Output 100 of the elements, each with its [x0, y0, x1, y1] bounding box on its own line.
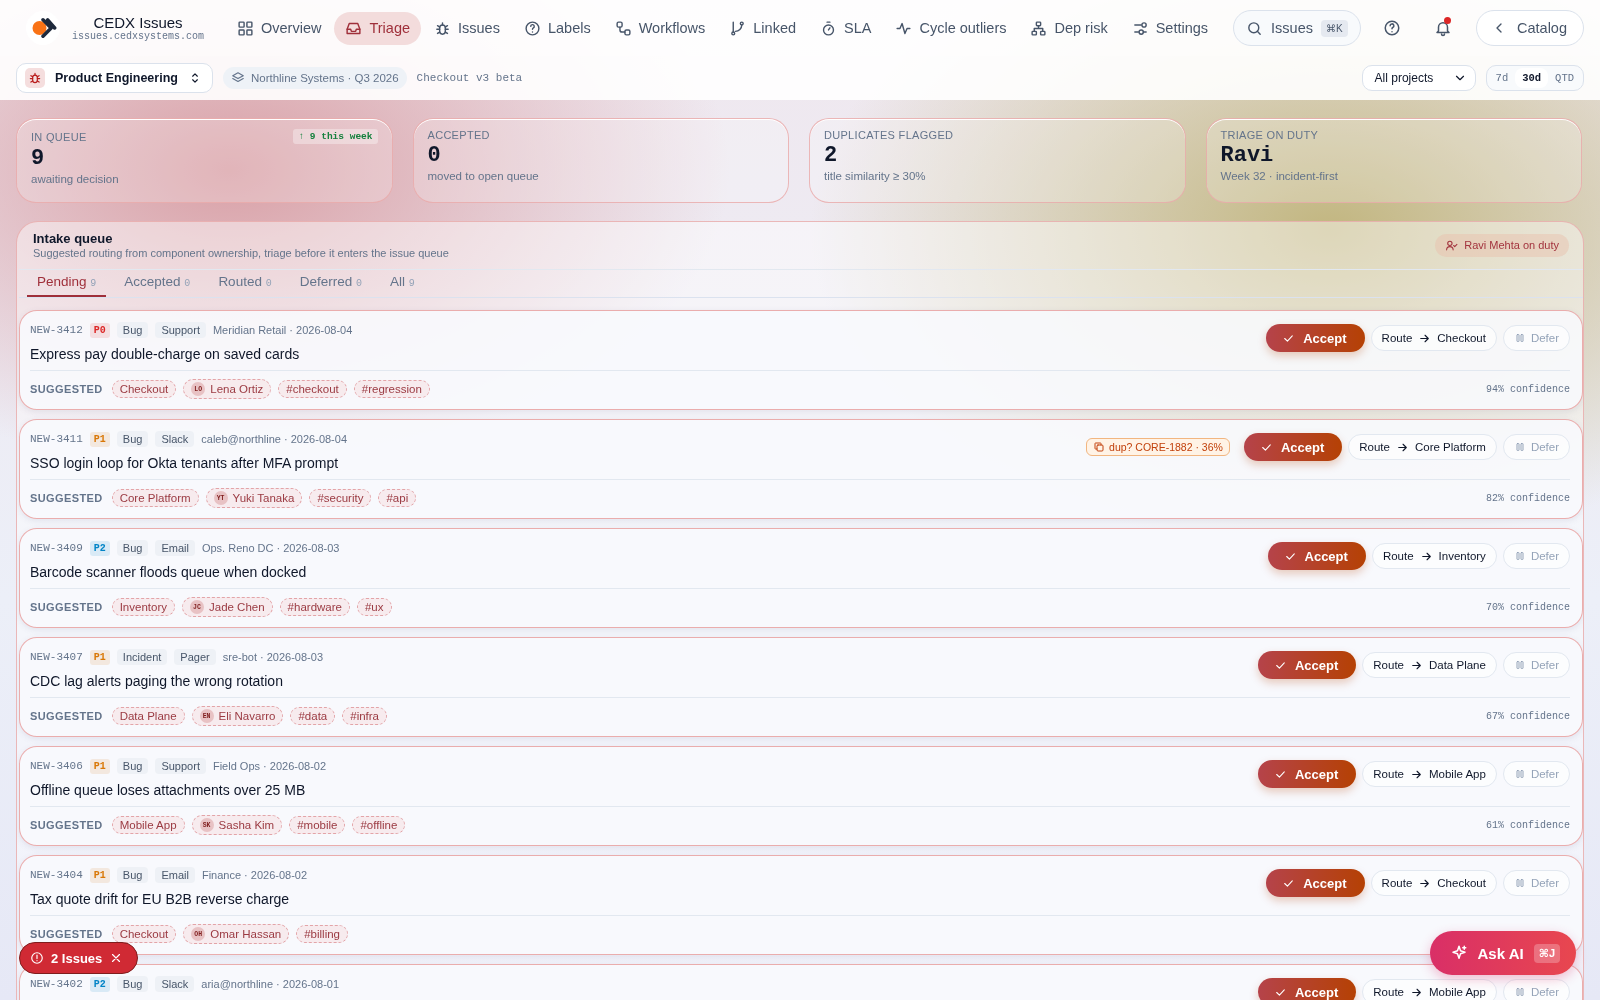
filter-tab[interactable]: Routed 0	[208, 270, 282, 297]
range-option[interactable]: QTD	[1548, 68, 1581, 88]
tag-chip[interactable]: #offline	[352, 816, 406, 834]
workspace-selector[interactable]: Product Engineering	[16, 63, 213, 93]
tag-chip[interactable]: #hardware	[279, 598, 350, 616]
tag-chip[interactable]: #data	[290, 707, 336, 725]
tag-chip[interactable]: #billing	[296, 925, 348, 943]
suggested-label: SUGGESTED	[30, 601, 103, 613]
priority-tag: P0	[89, 322, 110, 338]
pause-icon	[1513, 441, 1526, 453]
accept-button[interactable]: Accept	[1266, 869, 1365, 897]
settings-icon	[1131, 19, 1149, 37]
tag-chip[interactable]: #regression	[353, 380, 430, 398]
source-tag: Email	[155, 867, 195, 883]
accept-button[interactable]: Accept	[1266, 324, 1365, 352]
search-button[interactable]: Issues ⌘K	[1233, 10, 1361, 46]
source-tag: Slack	[155, 976, 195, 992]
stat-value: Ravi	[1220, 143, 1275, 168]
route-button[interactable]: Route Mobile App	[1362, 761, 1497, 787]
reporter-date: Field Ops · 2026-08-02	[212, 760, 327, 772]
confidence-score: 67% confidence	[1486, 710, 1570, 722]
app-domain: issues.cedxsystems.com	[72, 31, 205, 42]
route-button[interactable]: Route Inventory	[1371, 543, 1497, 569]
issue-id: NEW-3411	[30, 433, 83, 445]
team-chip[interactable]: Data Plane	[111, 707, 185, 725]
issue-title: Express pay double-charge on saved cards	[30, 346, 301, 362]
team-chip[interactable]: Checkout	[111, 380, 177, 398]
route-button[interactable]: Route Checkout	[1370, 870, 1497, 896]
ask-ai-button[interactable]: Ask AI ⌘J	[1429, 931, 1576, 975]
nav-tab[interactable]: Workflows	[603, 11, 717, 45]
search-icon	[1246, 19, 1264, 37]
tag-chip[interactable]: #ux	[356, 598, 392, 616]
nav-tab[interactable]: Linked	[718, 11, 808, 45]
sparkle-icon	[1449, 944, 1468, 962]
stat-note: Week 32 · incident-first	[1220, 170, 1339, 182]
accept-button[interactable]: Accept	[1243, 433, 1343, 461]
suggested-label: SUGGESTED	[30, 383, 103, 395]
priority-tag: P2	[89, 976, 110, 992]
workflow-icon	[614, 19, 632, 37]
pause-icon	[1513, 332, 1526, 344]
nav-tab[interactable]: Cycle outliers	[884, 11, 1018, 45]
reporter-date: Finance · 2026-08-02	[201, 869, 308, 881]
stat-label: DUPLICATES FLAGGED	[824, 129, 954, 141]
stat-note: awaiting decision	[31, 173, 120, 185]
range-option[interactable]: 7d	[1488, 68, 1516, 88]
accept-button[interactable]: Accept	[1257, 651, 1357, 679]
branch-icon	[729, 19, 747, 37]
range-option[interactable]: 30d	[1515, 68, 1549, 88]
nav-tab[interactable]: Labels	[512, 11, 602, 45]
nav-tab[interactable]: Settings	[1120, 11, 1220, 45]
nav-tab[interactable]: Dep risk	[1019, 11, 1119, 45]
nav-tab[interactable]: Overview	[226, 11, 333, 45]
confidence-score: 70% confidence	[1486, 601, 1570, 613]
bell-icon	[1433, 19, 1452, 37]
issues-toast[interactable]: 2 Issues	[19, 942, 139, 974]
source-tag: Support	[155, 322, 206, 338]
copy-icon	[1093, 441, 1106, 453]
filter-tab[interactable]: Deferred 0	[289, 270, 372, 297]
project-dropdown[interactable]: All projects	[1361, 65, 1476, 91]
confidence-score: 82% confidence	[1486, 492, 1570, 504]
type-tag: Bug	[116, 322, 149, 338]
nav-tab[interactable]: Issues	[423, 11, 511, 45]
accept-button[interactable]: Accept	[1267, 542, 1366, 570]
issue-id: NEW-3409	[30, 542, 83, 554]
issue-title: SSO login loop for Okta tenants after MFA prompt	[30, 455, 340, 471]
reporter-date: aria@northline · 2026-08-01	[201, 978, 340, 990]
team-chip[interactable]: Inventory	[111, 598, 175, 616]
route-button[interactable]: Route Checkout	[1370, 325, 1497, 351]
accept-button[interactable]: Accept	[1257, 760, 1357, 788]
trend-badge: ↑ 9 this week	[293, 129, 378, 144]
issue-title: Offline queue loses attachments over 25 MB	[30, 782, 307, 798]
team-chip[interactable]: Core Platform	[111, 489, 199, 507]
back-button[interactable]: Catalog	[1476, 10, 1584, 46]
nav-tab[interactable]: SLA	[809, 11, 883, 45]
route-button[interactable]: Route Mobile App	[1362, 979, 1497, 1000]
type-tag: Bug	[116, 976, 149, 992]
filter-tab[interactable]: Pending 9	[27, 270, 107, 297]
route-button[interactable]: Route Core Platform	[1348, 434, 1497, 460]
filter-tab[interactable]: All 9	[380, 270, 425, 297]
tag-chip[interactable]: #checkout	[278, 380, 347, 398]
bug-icon	[28, 71, 42, 85]
stat-note: title similarity ≥ 30%	[824, 170, 927, 182]
layers-icon	[230, 71, 245, 85]
team-chip[interactable]: Checkout	[111, 925, 177, 943]
tag-chip[interactable]: #api	[378, 489, 417, 507]
shortcut-badge: ⌘J	[1533, 943, 1560, 963]
tag-chip[interactable]: #mobile	[289, 816, 346, 834]
pause-icon	[1513, 986, 1526, 998]
filter-tab[interactable]: Accepted 0	[114, 270, 201, 297]
route-button[interactable]: Route Data Plane	[1362, 652, 1497, 678]
tag-chip[interactable]: #security	[309, 489, 372, 507]
priority-tag: P1	[89, 867, 110, 883]
tag-chip[interactable]: #infra	[342, 707, 388, 725]
issue-id: NEW-3406	[30, 760, 83, 772]
suggested-label: SUGGESTED	[30, 819, 103, 831]
type-tag: Bug	[116, 867, 149, 883]
pause-icon	[1513, 768, 1526, 780]
accept-button[interactable]: Accept	[1257, 978, 1357, 1000]
team-chip[interactable]: Mobile App	[111, 816, 185, 834]
nav-tab[interactable]: Triage	[334, 11, 422, 45]
